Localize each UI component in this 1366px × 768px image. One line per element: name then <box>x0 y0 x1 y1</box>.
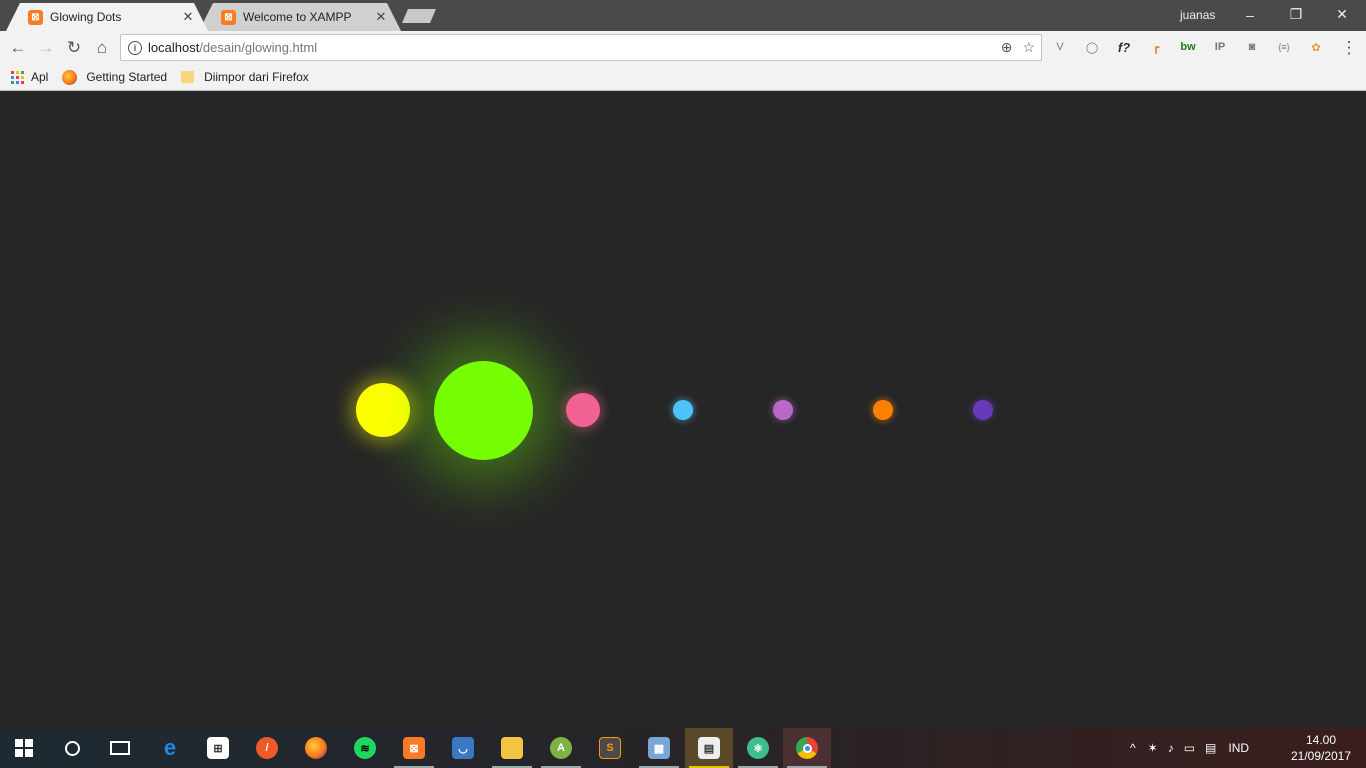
firefox-icon <box>62 69 78 85</box>
cortana-button[interactable] <box>48 728 96 768</box>
tab-close-icon[interactable]: ✕ <box>180 9 196 25</box>
bookmark-label: Diimpor dari Firefox <box>204 70 309 84</box>
bookmark-star-icon[interactable]: ☆ <box>1022 39 1035 56</box>
back-button[interactable]: ← <box>5 35 31 61</box>
xampp-favicon-icon: ⊠ <box>221 10 236 25</box>
edge-taskbar[interactable]: e <box>146 728 194 768</box>
dot-pink <box>566 393 600 427</box>
sublime-taskbar[interactable]: S <box>586 728 634 768</box>
extension-ip-icon[interactable]: IP <box>1210 37 1230 57</box>
language-indicator[interactable]: IND <box>1228 741 1249 755</box>
firefox-taskbar[interactable] <box>292 728 340 768</box>
taskbar: e ⊞ / ≋ ⊠ ◡ A S ▦ ▤ ⚛ ^ ✶ ♪ ▭ ▤ IND 14.0… <box>0 728 1366 768</box>
toolbar: ← → ↻ ⌂ i localhost/desain/glowing.html … <box>0 31 1366 64</box>
extension-bw-icon[interactable]: bw <box>1178 37 1198 57</box>
chrome-taskbar[interactable] <box>783 728 831 768</box>
page-content <box>0 91 1366 728</box>
chrome-menu-icon[interactable]: ⋮ <box>1336 35 1362 61</box>
address-bar[interactable]: i localhost/desain/glowing.html ⊕ ☆ <box>120 34 1042 61</box>
clock-time: 14.00 <box>1305 733 1337 747</box>
finder-icon: ◡ <box>452 737 474 759</box>
firefox-icon <box>305 737 327 759</box>
task-view-button[interactable] <box>96 728 144 768</box>
clock[interactable]: 14.00 21/09/2017 <box>1288 732 1354 764</box>
edge-icon: e <box>163 735 177 760</box>
dot-orange <box>873 400 893 420</box>
spotify-taskbar[interactable]: ≋ <box>341 728 389 768</box>
store-icon: ⊞ <box>207 737 229 759</box>
android-studio-icon: A <box>550 737 572 759</box>
cortana-icon <box>64 740 80 756</box>
tab-title: Glowing Dots <box>50 10 122 24</box>
xampp-favicon-icon: ⊠ <box>28 10 43 25</box>
system-tray: ^ ✶ ♪ ▭ ▤ IND <box>1130 728 1249 768</box>
minimize-button[interactable]: – <box>1227 0 1273 29</box>
bookmark-apps[interactable]: Apl <box>0 70 48 84</box>
brackets-taskbar[interactable]: / <box>243 728 291 768</box>
tab-strip: ⊠ Welcome to XAMPP ✕ ⊠ Glowing Dots ✕ ju… <box>0 0 1366 31</box>
dot-purple <box>773 400 793 420</box>
bookmark-folder-firefox[interactable]: Diimpor dari Firefox <box>181 70 309 84</box>
battery-icon[interactable]: ▭ <box>1184 741 1195 755</box>
folder-icon <box>181 71 195 83</box>
bookmark-label: Apl <box>31 70 49 84</box>
store-taskbar[interactable]: ⊞ <box>194 728 242 768</box>
url-path: /desain/glowing.html <box>199 40 318 55</box>
extension-circle-icon[interactable]: ◯ <box>1082 37 1102 57</box>
xampp-icon: ⊠ <box>403 737 425 759</box>
clock-date: 21/09/2017 <box>1290 749 1352 763</box>
atom-icon: ⚛ <box>747 737 769 759</box>
brackets-icon: / <box>256 737 278 759</box>
extension-font-icon[interactable]: f? <box>1114 37 1134 57</box>
extension-v-icon[interactable]: V <box>1050 37 1070 57</box>
chrome-icon <box>796 737 818 759</box>
dot-yellow <box>356 383 410 437</box>
photos-taskbar[interactable]: ▦ <box>635 728 683 768</box>
notification-icon[interactable]: ▤ <box>1205 741 1216 755</box>
extension-camera-icon[interactable]: ◙ <box>1242 37 1262 57</box>
tab-glowing-dots[interactable]: ⊠ Glowing Dots ✕ <box>6 3 208 31</box>
profile-username[interactable]: juanas <box>1180 8 1215 22</box>
xampp-taskbar[interactable]: ⊠ <box>390 728 438 768</box>
bookmark-label: Getting Started <box>86 70 168 84</box>
finder-taskbar[interactable]: ◡ <box>439 728 487 768</box>
photos-icon: ▦ <box>648 737 670 759</box>
forward-button[interactable]: → <box>33 35 59 61</box>
show-hidden-icons-icon[interactable]: ^ <box>1130 741 1136 755</box>
start-button[interactable] <box>0 728 48 768</box>
tab-title: Welcome to XAMPP <box>243 10 352 24</box>
reload-button[interactable]: ↻ <box>61 35 87 61</box>
extension-json-icon[interactable]: {≡} <box>1274 37 1294 57</box>
extension-hammer-icon[interactable]: ┏ <box>1146 37 1166 57</box>
home-button[interactable]: ⌂ <box>89 35 115 61</box>
dot-blue <box>673 400 693 420</box>
new-tab-button[interactable] <box>402 9 436 23</box>
dot-violet <box>973 400 993 420</box>
folder-icon <box>501 737 523 759</box>
windows-icon <box>15 739 33 757</box>
extension-cookie-icon[interactable]: ✿ <box>1306 37 1326 57</box>
volume-icon[interactable]: ♪ <box>1168 741 1174 755</box>
restore-button[interactable]: ❐ <box>1273 0 1319 29</box>
movie-maker-taskbar[interactable]: ▤ <box>685 728 733 768</box>
spotify-icon: ≋ <box>354 737 376 759</box>
bookmark-getting-started[interactable]: Getting Started <box>62 69 168 85</box>
dot-green <box>433 360 533 460</box>
atom-taskbar[interactable]: ⚛ <box>734 728 782 768</box>
apps-grid-icon <box>11 70 24 84</box>
close-window-button[interactable]: ✕ <box>1319 0 1365 29</box>
tab-close-icon[interactable]: ✕ <box>373 9 389 25</box>
task-view-icon <box>110 741 130 755</box>
url-host: localhost <box>148 40 200 55</box>
browser-window: ⊠ Welcome to XAMPP ✕ ⊠ Glowing Dots ✕ ju… <box>0 0 1366 91</box>
bookmarks-bar: Apl Getting Started Diimpor dari Firefox <box>0 64 1366 91</box>
info-icon[interactable]: i <box>128 40 142 55</box>
tab-xampp[interactable]: ⊠ Welcome to XAMPP ✕ <box>199 3 401 31</box>
explorer-taskbar[interactable] <box>488 728 536 768</box>
movie-maker-icon: ▤ <box>698 737 720 759</box>
android-studio-taskbar[interactable]: A <box>537 728 585 768</box>
sublime-icon: S <box>599 737 621 759</box>
zoom-icon[interactable]: ⊕ <box>1001 39 1013 56</box>
wifi-icon[interactable]: ✶ <box>1148 741 1158 755</box>
